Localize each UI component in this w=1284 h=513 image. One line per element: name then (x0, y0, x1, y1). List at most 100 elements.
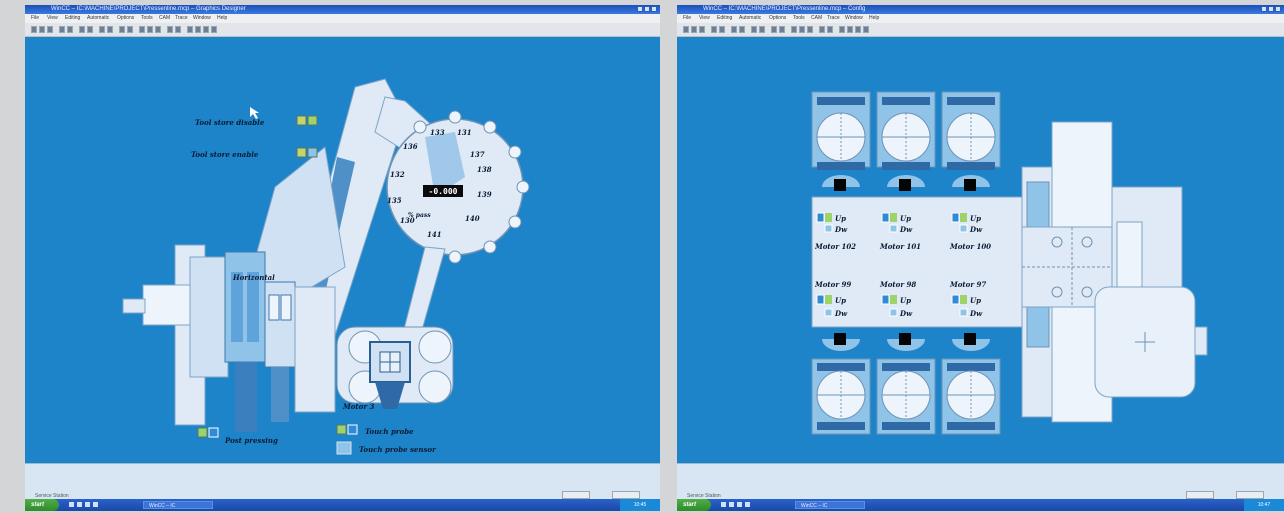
toolbar-button[interactable] (147, 26, 153, 33)
touch-probe-icon[interactable] (347, 424, 358, 435)
menu-window[interactable]: Window (193, 14, 211, 23)
toolbar-button[interactable] (731, 26, 737, 33)
toolbar-button[interactable] (31, 26, 37, 33)
motor-99-down-indicator[interactable] (824, 308, 833, 317)
menu-automatic[interactable]: Automatic (87, 14, 109, 23)
close-button[interactable] (1275, 6, 1281, 12)
maximize-button[interactable] (644, 6, 650, 12)
toolbar-button[interactable] (819, 26, 825, 33)
toolbar-button[interactable] (839, 26, 845, 33)
tool-store-disable-toggle[interactable] (307, 115, 318, 126)
motor-102-up-indicator[interactable] (825, 213, 832, 222)
menu-tools[interactable]: Tools (141, 14, 153, 23)
menu-help[interactable]: Help (869, 14, 879, 23)
quick-launch-icon[interactable] (85, 502, 90, 507)
motor-100-up-indicator[interactable] (960, 213, 967, 222)
motor-102-icon[interactable] (816, 212, 825, 223)
toolbar-button[interactable] (107, 26, 113, 33)
toolbar-button[interactable] (127, 26, 133, 33)
quick-launch-icon[interactable] (93, 502, 98, 507)
toolbar-button[interactable] (759, 26, 765, 33)
quick-launch-icon[interactable] (729, 502, 734, 507)
minimize-button[interactable] (1261, 6, 1267, 12)
motor-101-down-indicator[interactable] (889, 224, 898, 233)
toolbar-button[interactable] (807, 26, 813, 33)
maximize-button[interactable] (1268, 6, 1274, 12)
menu-trace[interactable]: Trace (827, 14, 840, 23)
quick-launch-icon[interactable] (69, 502, 74, 507)
toolbar-button[interactable] (711, 26, 717, 33)
menu-view[interactable]: View (47, 14, 58, 23)
menu-editing[interactable]: Editing (717, 14, 732, 23)
minimize-button[interactable] (637, 6, 643, 12)
menu-view[interactable]: View (699, 14, 710, 23)
motor-97-down-indicator[interactable] (959, 308, 968, 317)
toolbar-button[interactable] (855, 26, 861, 33)
tool-store-enable-toggle[interactable] (307, 147, 318, 158)
quick-launch-icon[interactable] (77, 502, 82, 507)
menu-trace[interactable]: Trace (175, 14, 188, 23)
menu-window[interactable]: Window (845, 14, 863, 23)
menu-options[interactable]: Options (117, 14, 134, 23)
toolbar-button[interactable] (79, 26, 85, 33)
menu-tools[interactable]: Tools (793, 14, 805, 23)
toolbar-button[interactable] (187, 26, 193, 33)
toolbar-button[interactable] (683, 26, 689, 33)
motor-97-up-indicator[interactable] (960, 295, 967, 304)
toolbar-button[interactable] (99, 26, 105, 33)
taskbar-window-button[interactable]: WinCC – IC (795, 501, 865, 509)
toolbar-button[interactable] (59, 26, 65, 33)
toolbar-button[interactable] (167, 26, 173, 33)
toolbar-button[interactable] (691, 26, 697, 33)
menu-editing[interactable]: Editing (65, 14, 80, 23)
toolbar-button[interactable] (39, 26, 45, 33)
post-pressing-toggle[interactable] (197, 427, 208, 438)
toolbar-button[interactable] (139, 26, 145, 33)
toolbar-button[interactable] (771, 26, 777, 33)
toolbar-button[interactable] (779, 26, 785, 33)
toolbar-button[interactable] (827, 26, 833, 33)
motor-98-down-indicator[interactable] (889, 308, 898, 317)
motor-98-icon[interactable] (881, 294, 890, 305)
menu-help[interactable]: Help (217, 14, 227, 23)
motor-97-icon[interactable] (951, 294, 960, 305)
menu-cam[interactable]: CAM (159, 14, 170, 23)
menu-automatic[interactable]: Automatic (739, 14, 761, 23)
motor-99-icon[interactable] (816, 294, 825, 305)
motor-102-down-indicator[interactable] (824, 224, 833, 233)
toolbar-button[interactable] (751, 26, 757, 33)
touch-probe-toggle[interactable] (336, 424, 347, 435)
motor-100-icon[interactable] (951, 212, 960, 223)
quick-launch-icon[interactable] (737, 502, 742, 507)
motor-101-icon[interactable] (881, 212, 890, 223)
toolbar-button[interactable] (699, 26, 705, 33)
start-button[interactable]: start (25, 499, 59, 511)
toolbar-button[interactable] (195, 26, 201, 33)
menu-cam[interactable]: CAM (811, 14, 822, 23)
motor-99-up-indicator[interactable] (825, 295, 832, 304)
start-button[interactable]: start (677, 499, 711, 511)
toolbar-button[interactable] (175, 26, 181, 33)
toolbar-button[interactable] (155, 26, 161, 33)
toolbar-button[interactable] (211, 26, 217, 33)
toolbar-button[interactable] (863, 26, 869, 33)
tool-store-enable-icon[interactable] (296, 147, 307, 158)
menu-file[interactable]: File (683, 14, 691, 23)
toolbar-button[interactable] (47, 26, 53, 33)
motor-98-up-indicator[interactable] (890, 295, 897, 304)
toolbar-button[interactable] (791, 26, 797, 33)
tool-store-disable-icon[interactable] (296, 115, 307, 126)
quick-launch-icon[interactable] (721, 502, 726, 507)
toolbar-button[interactable] (87, 26, 93, 33)
toolbar-button[interactable] (719, 26, 725, 33)
taskbar-window-button[interactable]: WinCC – IC (143, 501, 213, 509)
menu-file[interactable]: File (31, 14, 39, 23)
toolbar-button[interactable] (847, 26, 853, 33)
toolbar-button[interactable] (119, 26, 125, 33)
toolbar-button[interactable] (739, 26, 745, 33)
toolbar-button[interactable] (67, 26, 73, 33)
motor-101-up-indicator[interactable] (890, 213, 897, 222)
motor-100-down-indicator[interactable] (959, 224, 968, 233)
toolbar-button[interactable] (203, 26, 209, 33)
toolbar-button[interactable] (799, 26, 805, 33)
